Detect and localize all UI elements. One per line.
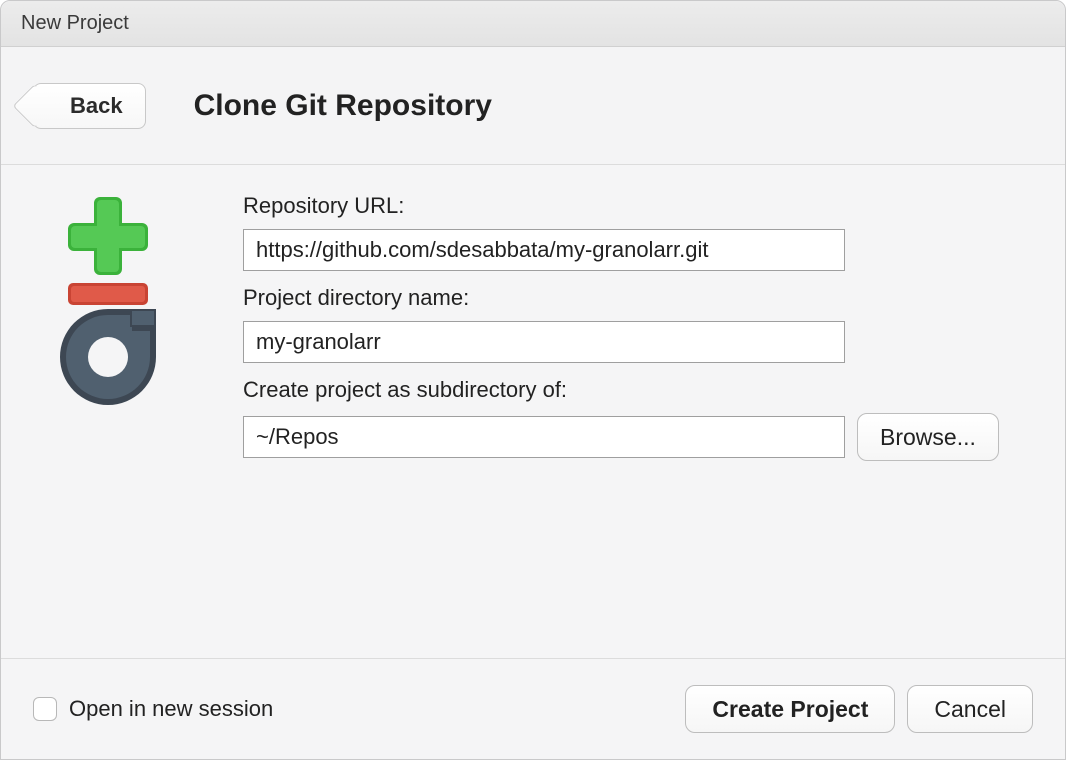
repo-url-label: Repository URL: xyxy=(243,193,1025,219)
open-new-session-label: Open in new session xyxy=(69,696,673,722)
open-new-session-checkbox[interactable] xyxy=(33,697,57,721)
page-title: Clone Git Repository xyxy=(194,89,492,123)
cancel-button[interactable]: Cancel xyxy=(907,685,1033,733)
back-button-label: Back xyxy=(70,93,123,119)
dialog-header: Back Clone Git Repository xyxy=(1,47,1065,165)
repo-url-input[interactable] xyxy=(243,229,845,271)
dialog-content: Repository URL: Project directory name: … xyxy=(1,165,1065,659)
form-column: Repository URL: Project directory name: … xyxy=(243,189,1033,634)
browse-button[interactable]: Browse... xyxy=(857,413,999,461)
icon-column xyxy=(33,189,183,634)
subdir-label: Create project as subdirectory of: xyxy=(243,377,1025,403)
dir-name-label: Project directory name: xyxy=(243,285,1025,311)
dir-name-input[interactable] xyxy=(243,321,845,363)
create-project-button[interactable]: Create Project xyxy=(685,685,895,733)
back-button[interactable]: Back xyxy=(33,83,146,129)
subdir-input[interactable] xyxy=(243,416,845,458)
window-title: New Project xyxy=(21,12,129,35)
git-create-icon xyxy=(48,197,168,634)
window-titlebar: New Project xyxy=(1,1,1065,47)
new-project-dialog: New Project Back Clone Git Repository xyxy=(0,0,1066,760)
dialog-footer: Open in new session Create Project Cance… xyxy=(1,659,1065,759)
